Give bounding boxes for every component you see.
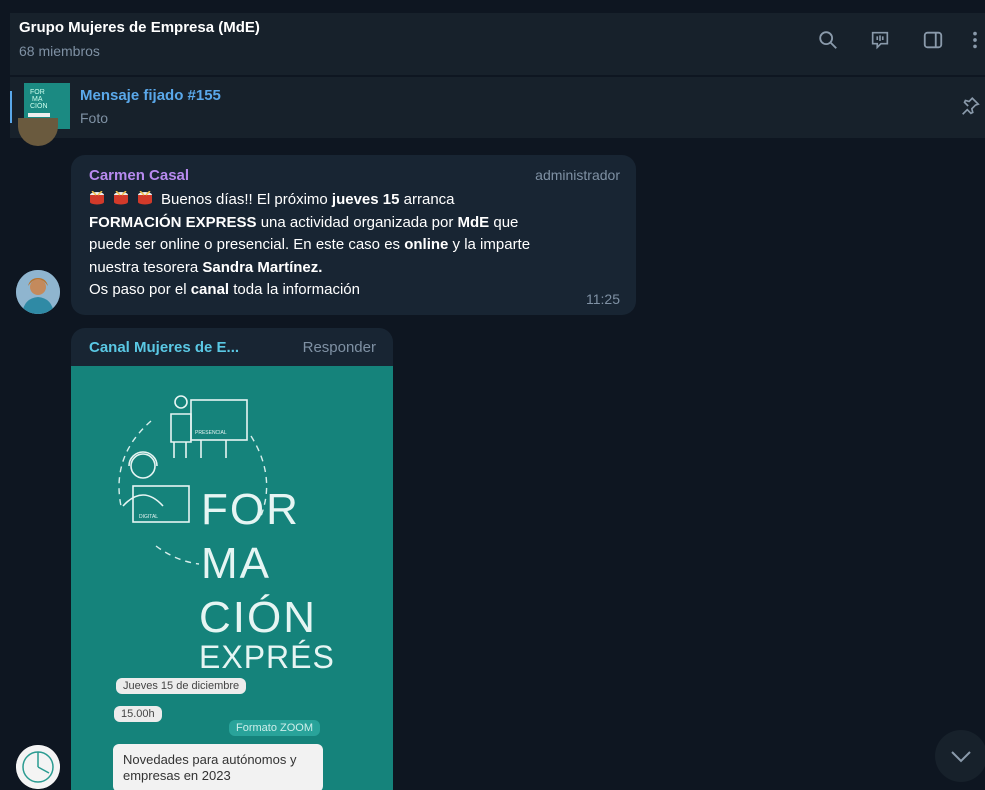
poster-title-line: MA [201, 539, 271, 588]
avatar[interactable] [16, 745, 60, 789]
drum-icon [138, 191, 152, 205]
pin-icon[interactable] [959, 95, 985, 121]
svg-text:FOR: FOR [30, 89, 45, 96]
svg-text:CIÓN: CIÓN [30, 101, 48, 110]
pinned-subtitle: Foto [80, 110, 109, 126]
sender-role-badge: administrador [535, 167, 620, 183]
message-photo[interactable]: FOR MA CIÓN EXPRÉS PRESENCIAL DIGITAL Ju… [71, 366, 393, 790]
search-icon[interactable] [815, 27, 841, 53]
forwarded-message[interactable]: Canal Mujeres de E... Responder FOR MA C… [71, 328, 393, 790]
chat-title[interactable]: Grupo Mujeres de Empresa (MdE) [19, 19, 260, 36]
poster-title-line: EXPRÉS [199, 639, 335, 675]
presencial-label: PRESENCIAL [195, 430, 227, 436]
event-format: Formato ZOOM [229, 720, 321, 736]
message-time: 11:25 [586, 291, 620, 307]
avatar[interactable] [18, 118, 58, 146]
sidebar-icon[interactable] [920, 27, 946, 53]
digital-label: DIGITAL [139, 514, 158, 520]
message-bubble[interactable]: Carmen Casal administrador Buenos días!!… [71, 155, 636, 315]
chat-header[interactable]: Grupo Mujeres de Empresa (MdE) 68 miembr… [10, 13, 985, 75]
event-topic: Novedades para autónomos y empresas en 2… [113, 744, 323, 790]
event-date: Jueves 15 de diciembre [116, 678, 247, 694]
message-text: Buenos días!! El próximo jueves 15 arran… [89, 189, 619, 302]
message-line: nuestra tesorera Sandra Martínez. [89, 258, 323, 276]
message-line: puede ser online o presencial. En este c… [89, 236, 531, 253]
pinned-indicator [10, 91, 12, 123]
drum-icon [90, 191, 104, 205]
svg-text:MA: MA [32, 96, 43, 103]
member-count: 68 miembros [19, 43, 100, 59]
chevron-down-icon [951, 751, 971, 763]
reply-button[interactable]: Responder [303, 339, 376, 356]
poster-title-line: FOR [201, 485, 300, 534]
drum-icon [114, 191, 128, 205]
scroll-down-button[interactable] [935, 730, 985, 782]
message-line: Buenos días!! El próximo jueves 15 arran… [89, 189, 619, 212]
video-chat-icon[interactable] [867, 27, 893, 53]
pinned-message[interactable]: FOR MA CIÓN Mensaje fijado #155 Foto [10, 76, 985, 138]
avatar[interactable] [16, 270, 60, 314]
more-icon[interactable] [968, 27, 982, 53]
message-line: FORMACIÓN EXPRESS una actividad organiza… [89, 213, 519, 231]
event-hour: 15.00h [114, 706, 162, 722]
pinned-title[interactable]: Mensaje fijado #155 [80, 87, 221, 104]
forwarded-from[interactable]: Canal Mujeres de E... [89, 339, 239, 356]
message-sender[interactable]: Carmen Casal [89, 167, 189, 184]
message-line: Os paso por el canal toda la información [89, 281, 360, 298]
poster-title-line: CIÓN [199, 593, 317, 642]
